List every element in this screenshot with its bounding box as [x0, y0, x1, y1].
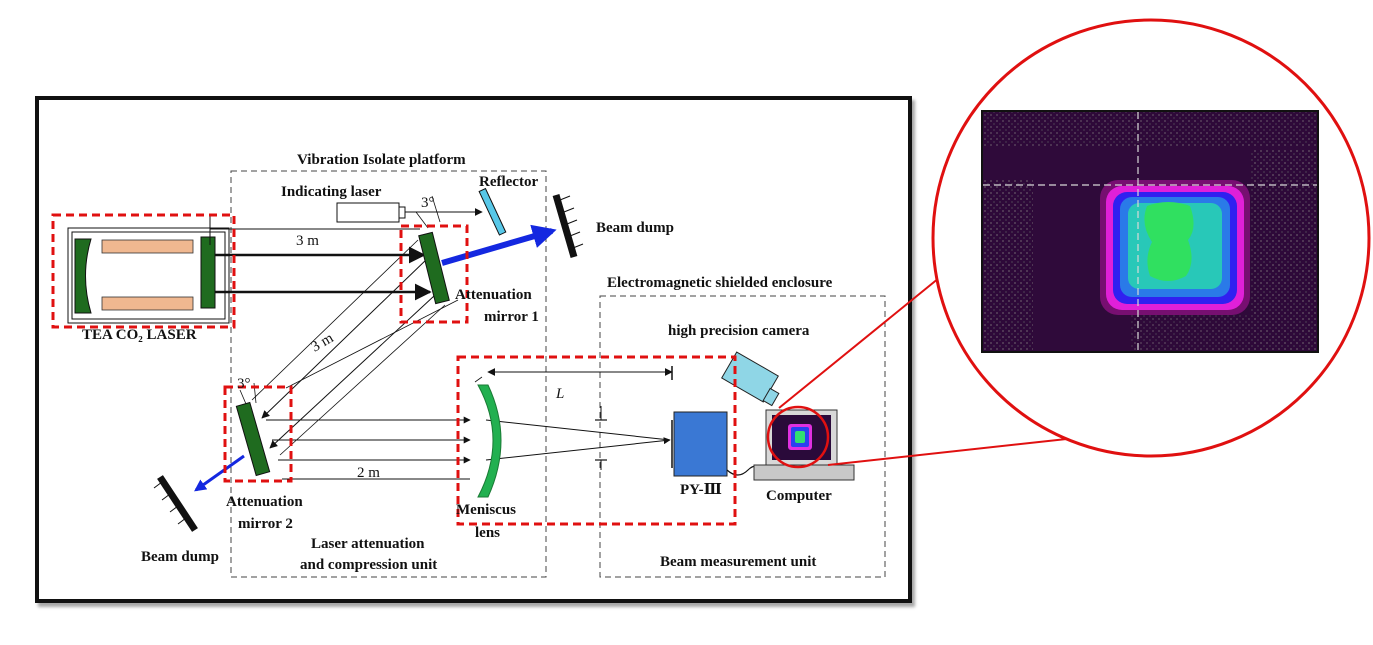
computer-label: Computer	[766, 488, 832, 504]
attenuation-mirror-2	[235, 382, 271, 477]
distance-L-label: L	[555, 386, 564, 402]
laser-unit-label-line1: Laser attenuation	[311, 536, 425, 552]
beam-dump-top	[552, 194, 584, 258]
vibration-platform-label: Vibration Isolate platform	[297, 152, 466, 168]
labels: Vibration Isolate platform Indicating la…	[82, 152, 833, 573]
laser-unit-label-line2: and compression unit	[300, 557, 437, 573]
mirror2-label-line2: mirror 2	[238, 516, 293, 532]
indicating-laser-label: Indicating laser	[281, 184, 382, 200]
angle-bottom-label: 3°	[237, 376, 251, 392]
distance-3m-label-b: 3 m	[308, 330, 336, 355]
reflector-label: Reflector	[479, 174, 538, 190]
distance-2m-label: 2 m	[357, 465, 380, 481]
detector	[673, 411, 765, 477]
meniscus-label-line2: lens	[475, 525, 500, 541]
beam-profile-image	[981, 110, 1319, 353]
distance-3m-label-a: 3 m	[296, 233, 319, 249]
em-enclosure-label: Electromagnetic shielded enclosure	[607, 275, 833, 291]
mirror1-label-line2: mirror 1	[484, 309, 539, 325]
setup-diagram: Vibration Isolate platform Indicating la…	[51, 18, 1371, 578]
camera-label: high precision camera	[668, 323, 810, 339]
detector-label: PY-Ⅲ	[680, 482, 722, 498]
meniscus-lens	[474, 376, 502, 498]
meniscus-label-line1: Meniscus	[456, 502, 516, 518]
indicating-laser	[336, 202, 483, 223]
laser-source	[67, 227, 230, 324]
laser-source-label: TEA CO₂ LASER	[82, 327, 197, 343]
mirror2-label-line1: Attenuation	[226, 494, 303, 510]
reflector	[478, 187, 507, 236]
angle-top-label: 3°	[421, 195, 435, 211]
camera	[721, 351, 780, 407]
beam-dump-bottom-label: Beam dump	[141, 549, 219, 565]
beam-dump-top-label: Beam dump	[596, 220, 674, 236]
beam-unit-label: Beam measurement unit	[660, 554, 816, 570]
mirror1-label-line1: Attenuation	[455, 287, 532, 303]
beam-dump-bottom	[153, 475, 198, 532]
highlight-boxes	[51, 213, 737, 526]
